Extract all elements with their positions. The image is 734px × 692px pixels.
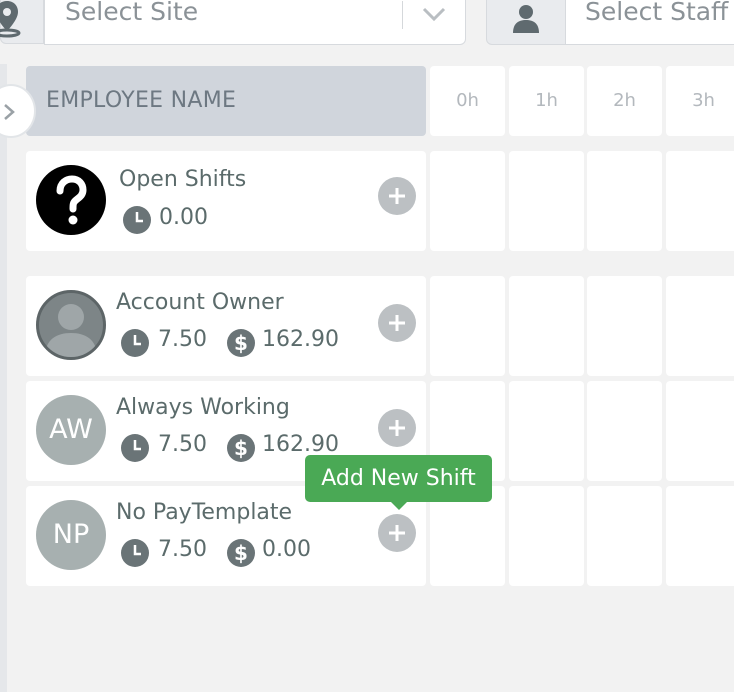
svg-text:$: $	[234, 331, 248, 355]
shift-cell[interactable]	[587, 486, 662, 586]
add-shift-button[interactable]	[378, 514, 416, 552]
plus-icon	[389, 420, 405, 436]
staff-icon-box	[486, 0, 566, 45]
cost-value: 0.00	[262, 537, 311, 562]
employee-name[interactable]: No PayTemplate	[116, 500, 292, 525]
plus-icon	[389, 525, 405, 541]
chevron-right-icon	[4, 104, 15, 120]
clock-icon	[123, 206, 151, 234]
cost-value: 162.90	[262, 432, 339, 457]
plus-icon	[389, 315, 405, 331]
shift-cell[interactable]	[509, 486, 584, 586]
shift-cell[interactable]	[509, 151, 584, 251]
svg-text:$: $	[234, 541, 248, 565]
dollar-icon: $	[227, 539, 255, 567]
shift-cell[interactable]	[509, 381, 584, 481]
cost-value: 162.90	[262, 327, 339, 352]
hours-value: 0.00	[159, 205, 208, 230]
avatar: AW	[36, 395, 106, 465]
hour-header-2h: 2h	[587, 66, 662, 136]
hour-header-1h: 1h	[509, 66, 584, 136]
chevron-down-icon[interactable]	[421, 3, 447, 25]
shift-cell[interactable]	[666, 486, 734, 586]
left-panel-strip	[0, 64, 7, 692]
person-icon	[36, 290, 106, 360]
site-icon-box	[0, 0, 44, 44]
avatar: NP	[36, 500, 106, 570]
select-separator	[402, 1, 403, 29]
hours-value: 7.50	[158, 537, 207, 562]
shift-cell[interactable]	[430, 276, 505, 376]
employee-name[interactable]: Account Owner	[116, 290, 284, 315]
question-icon	[36, 165, 106, 235]
site-select-placeholder: Select Site	[65, 0, 199, 26]
clock-icon	[121, 539, 149, 567]
add-shift-button[interactable]	[378, 304, 416, 342]
location-pin-icon	[0, 1, 21, 38]
shift-cell[interactable]	[666, 381, 734, 481]
hour-label: 1h	[535, 90, 558, 111]
shift-cell[interactable]	[587, 381, 662, 481]
employee-row-open-shifts: Open Shifts 0.00	[26, 151, 426, 251]
clock-icon	[121, 434, 149, 462]
shift-cell[interactable]	[430, 151, 505, 251]
add-shift-button[interactable]	[378, 409, 416, 447]
hour-label: 3h	[692, 90, 715, 111]
hours-value: 7.50	[158, 327, 207, 352]
hour-label: 0h	[456, 90, 479, 111]
shift-cell[interactable]	[587, 151, 662, 251]
employee-name[interactable]: Open Shifts	[119, 167, 246, 192]
add-shift-button[interactable]	[378, 177, 416, 215]
staff-select-placeholder: Select Staff	[585, 0, 729, 26]
shift-cell[interactable]	[509, 276, 584, 376]
hour-header-0h: 0h	[430, 66, 505, 136]
shift-cell[interactable]	[587, 276, 662, 376]
shift-cell[interactable]	[666, 276, 734, 376]
employee-name[interactable]: Always Working	[116, 395, 290, 420]
clock-icon	[121, 329, 149, 357]
shift-cell[interactable]	[666, 151, 734, 251]
plus-icon	[389, 188, 405, 204]
svg-text:$: $	[234, 436, 248, 460]
person-icon	[513, 5, 539, 33]
staff-select[interactable]: Select Staff	[565, 0, 734, 45]
employee-name-column-header[interactable]: EMPLOYEE NAME	[26, 66, 426, 136]
dollar-icon: $	[227, 434, 255, 462]
hour-label: 2h	[613, 90, 636, 111]
add-new-shift-tooltip: Add New Shift	[305, 455, 492, 510]
employee-row-account-owner: Account Owner 7.50 $ 162.90	[26, 276, 426, 376]
hours-value: 7.50	[158, 432, 207, 457]
site-select[interactable]: Select Site	[44, 0, 466, 45]
dollar-icon: $	[227, 329, 255, 357]
filter-bar: Select Site Select Staff	[0, 0, 734, 46]
employee-name-header-label: EMPLOYEE NAME	[46, 88, 237, 113]
hour-header-3h: 3h	[666, 66, 734, 136]
